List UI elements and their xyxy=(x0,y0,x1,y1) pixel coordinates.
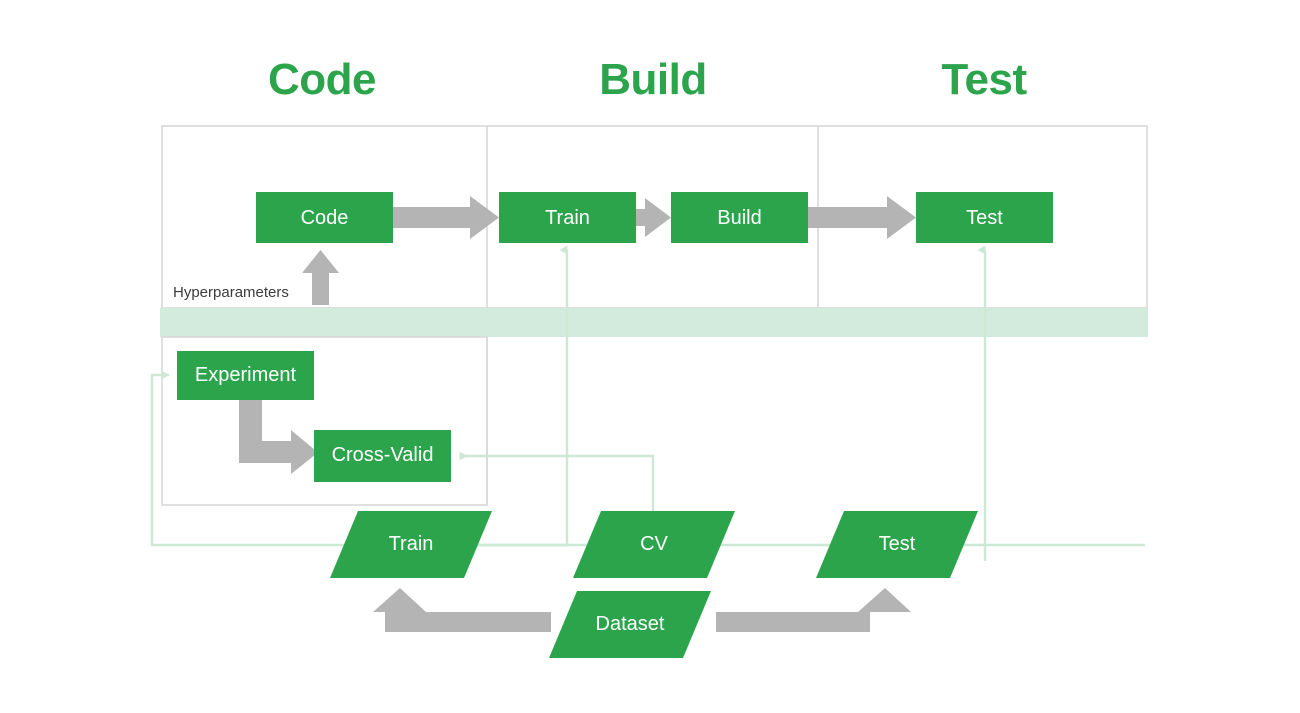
stage-title-build: Build xyxy=(599,55,707,104)
node-rect-test[interactable] xyxy=(916,192,1053,243)
node-parallelogram-test[interactable] xyxy=(816,511,978,578)
diagram-canvas: Code Build Test Code Train Build Test Ex… xyxy=(0,0,1300,713)
node-parallelogram-cv[interactable] xyxy=(573,511,735,578)
node-rect-cross-valid[interactable] xyxy=(314,430,451,482)
node-parallelogram-train[interactable] xyxy=(330,511,492,578)
node-rect-code[interactable] xyxy=(256,192,393,243)
label-hyperparameters: Hyperparameters xyxy=(173,284,289,301)
stage-title-test: Test xyxy=(941,55,1027,104)
node-rect-build[interactable] xyxy=(671,192,808,243)
node-parallelogram-dataset[interactable] xyxy=(549,591,711,658)
node-rect-train[interactable] xyxy=(499,192,636,243)
node-rect-experiment[interactable] xyxy=(177,351,314,400)
stage-title-code: Code xyxy=(268,55,377,104)
node-shape-layer xyxy=(177,192,1053,658)
